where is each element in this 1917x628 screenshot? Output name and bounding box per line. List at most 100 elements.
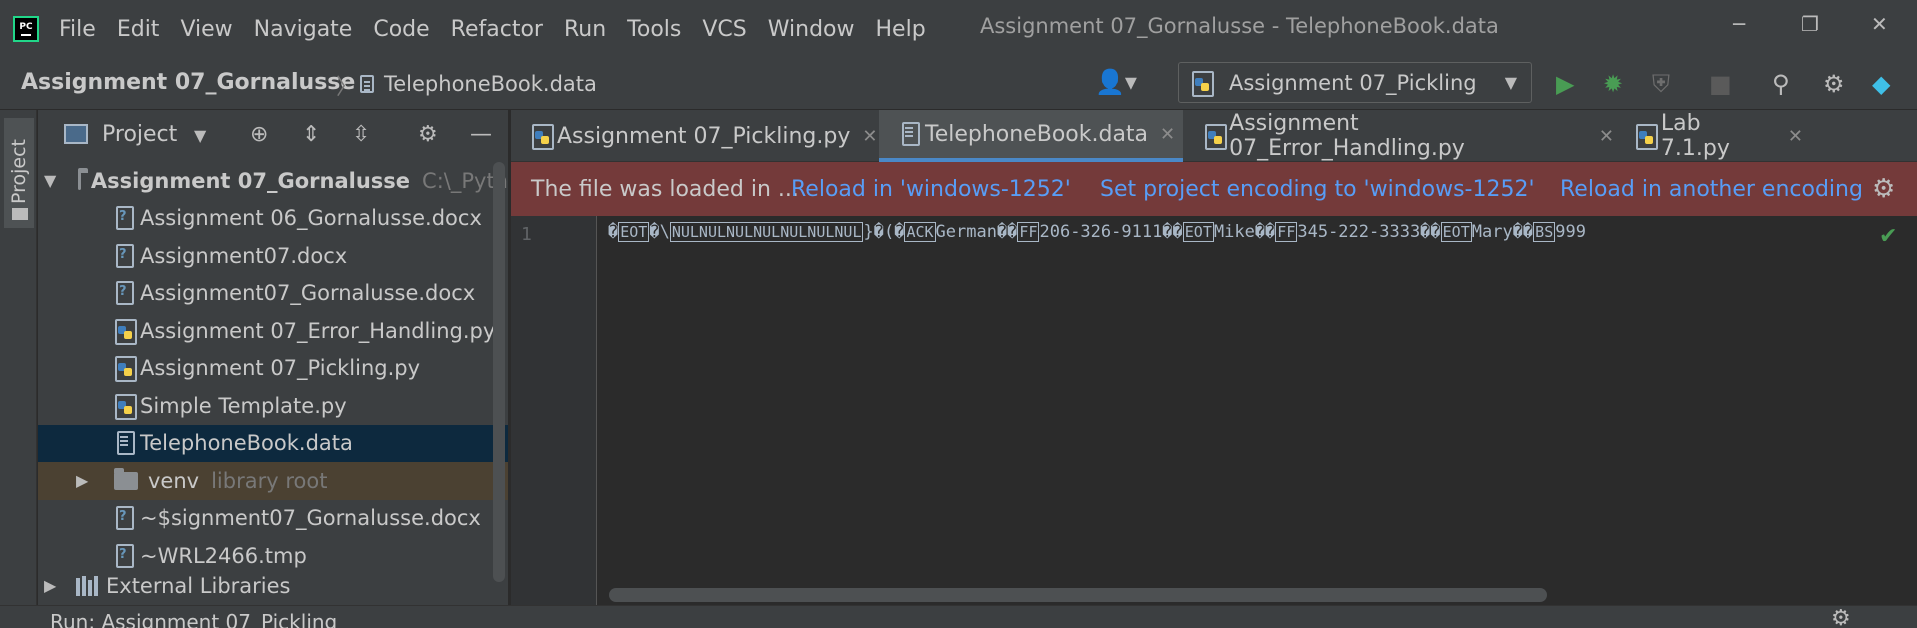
tab-error-handling[interactable]: Assignment 07_Error_Handling.py ✕ — [1184, 110, 1614, 162]
run-configuration-select[interactable]: Assignment 07_Pickling ▼ — [1178, 62, 1532, 103]
menu-view[interactable]: View — [180, 17, 232, 42]
run-icon[interactable]: ▶ — [1556, 70, 1574, 98]
chevron-down-icon[interactable]: ▼ — [194, 126, 206, 145]
horizontal-scrollbar[interactable] — [609, 588, 1547, 602]
settings-icon[interactable]: ⚙ — [1823, 70, 1845, 98]
set-project-encoding-link[interactable]: Set project encoding to 'windows-1252' — [1100, 177, 1535, 202]
project-panel: Project ▼ ⊕ ⇕ ⇳ ⚙ — ▼ Assignment 07_Gorn… — [38, 110, 509, 605]
tree-root[interactable]: ▼ Assignment 07_Gornalusse C:\_Pyth — [38, 162, 508, 200]
python-file-icon — [531, 123, 554, 150]
data-file-icon — [114, 430, 136, 456]
banner-message: The file was loaded in ... — [531, 176, 799, 202]
unknown-file-icon — [114, 280, 136, 306]
tree-item[interactable]: Assignment07_Gornalusse.docx — [38, 275, 508, 313]
tab-label: Assignment 07_Error_Handling.py — [1229, 111, 1465, 161]
chevron-right-icon[interactable]: ▶ — [44, 576, 56, 595]
stop-icon[interactable]: ■ — [1709, 70, 1732, 98]
project-view-icon — [64, 124, 88, 144]
breadcrumb-separator: 〉 — [336, 75, 359, 100]
reload-another-encoding-link[interactable]: Reload in another encoding — [1560, 177, 1863, 202]
gear-icon[interactable]: ⚙ — [1872, 174, 1895, 204]
debug-icon[interactable]: ✹ — [1603, 70, 1623, 98]
restore-button[interactable]: ❐ — [1801, 12, 1819, 36]
tree-item[interactable]: Assignment 07_Error_Handling.py — [38, 312, 508, 350]
menu-file[interactable]: File — [59, 17, 96, 42]
breadcrumb-file-label: TelephoneBook.data — [384, 72, 597, 96]
pycharm-logo-icon: PC — [13, 16, 39, 42]
locate-icon[interactable]: ⊕ — [250, 122, 268, 147]
folder-icon — [12, 208, 28, 220]
project-tab-label: Project — [8, 138, 30, 204]
menu-help[interactable]: Help — [876, 17, 926, 42]
user-icon[interactable]: 👤▾ — [1095, 68, 1137, 96]
tree-item-external-libraries[interactable]: ▶ External Libraries — [38, 575, 508, 597]
title-bar: PC File Edit View Navigate Code Refactor… — [0, 0, 1917, 58]
reload-encoding-link[interactable]: Reload in 'windows-1252' — [791, 177, 1071, 202]
toolbox-icon[interactable]: ◆ — [1872, 70, 1890, 98]
coverage-icon[interactable]: ⛨ — [1652, 70, 1670, 98]
gear-icon[interactable]: ⚙ — [1831, 606, 1851, 628]
expand-all-icon[interactable]: ⇕ — [302, 122, 320, 147]
python-file-icon — [1204, 123, 1228, 150]
folder-icon — [78, 167, 88, 190]
tree-item[interactable]: Simple Template.py — [38, 387, 508, 425]
tree-item[interactable]: ~$signment07_Gornalusse.docx — [38, 500, 508, 538]
unknown-file-icon — [114, 543, 136, 569]
root-name: Assignment 07_Gornalusse — [90, 168, 411, 193]
minimize-button[interactable]: ─ — [1733, 12, 1745, 36]
tree-item-selected[interactable]: TelephoneBook.data — [38, 424, 508, 462]
tab-telephonebook[interactable]: TelephoneBook.data ✕ — [879, 110, 1183, 162]
python-icon — [1191, 70, 1214, 97]
python-file-icon — [114, 393, 137, 420]
tree-item-label: External Libraries — [106, 574, 291, 597]
chevron-down-icon[interactable]: ▼ — [44, 171, 56, 190]
close-tab-icon[interactable]: ✕ — [1160, 124, 1175, 145]
close-tab-icon[interactable]: ✕ — [862, 126, 877, 147]
tree-item-venv[interactable]: ▶ venv library root — [38, 462, 508, 500]
tree-item-label: ~$signment07_Gornalusse.docx — [140, 506, 481, 531]
gear-icon[interactable]: ⚙ — [418, 122, 438, 147]
search-icon[interactable]: ⚲ — [1772, 70, 1790, 98]
tree-item[interactable]: Assignment 06_Gornalusse.docx — [38, 200, 508, 238]
menu-run[interactable]: Run — [564, 17, 606, 42]
line-gutter: 1 — [511, 216, 597, 605]
close-window-button[interactable]: ✕ — [1871, 12, 1888, 36]
menu-vcs[interactable]: VCS — [702, 17, 746, 42]
run-label[interactable]: Run: Assignment 07_Pickling — [50, 610, 337, 628]
hide-panel-icon[interactable]: — — [470, 122, 492, 147]
menu-tools[interactable]: Tools — [627, 17, 681, 42]
data-file-icon — [899, 121, 921, 147]
inspection-ok-icon[interactable]: ✔ — [1879, 224, 1897, 249]
folder-icon — [114, 467, 138, 490]
project-tool-window-tab[interactable]: Project — [4, 118, 34, 228]
run-tool-window-header: Run: Assignment 07_Pickling ⚙ — [0, 605, 1917, 628]
tree-item[interactable]: Assignment07.docx — [38, 237, 508, 275]
menu-navigate[interactable]: Navigate — [254, 17, 353, 42]
menu-code[interactable]: Code — [373, 17, 429, 42]
project-panel-title[interactable]: Project — [102, 122, 177, 147]
line-number: 1 — [521, 224, 532, 245]
tree-item-label: TelephoneBook.data — [140, 431, 353, 456]
collapse-all-icon[interactable]: ⇳ — [352, 122, 370, 147]
unknown-file-icon — [114, 205, 136, 231]
breadcrumb-file[interactable]: TelephoneBook.data — [360, 72, 597, 96]
menu-bar: File Edit View Navigate Code Refactor Ru… — [59, 17, 947, 42]
menu-window[interactable]: Window — [768, 17, 855, 42]
project-panel-header: Project ▼ ⊕ ⇕ ⇳ ⚙ — — [38, 110, 508, 162]
breadcrumb-project[interactable]: Assignment 07_Gornalusse — [21, 70, 355, 95]
python-file-icon — [114, 318, 137, 345]
tab-lab[interactable]: Lab 7.1.py ✕ — [1615, 110, 1803, 162]
project-panel-scrollbar[interactable] — [493, 162, 505, 582]
tree-item[interactable]: ~WRL2466.tmp — [38, 537, 508, 575]
close-tab-icon[interactable]: ✕ — [1788, 126, 1803, 147]
tab-pickling[interactable]: Assignment 07_Pickling.py ✕ — [511, 110, 878, 162]
code-editor[interactable]: � EOT �\ NULNULNULNULNULNULNUL}�(� ACK German… — [598, 216, 1917, 605]
unknown-file-icon — [114, 243, 136, 269]
close-tab-icon[interactable]: ✕ — [1599, 126, 1614, 147]
tree-item-label: Assignment 07_Pickling.py — [140, 356, 421, 381]
library-root-note: library root — [211, 468, 328, 493]
menu-edit[interactable]: Edit — [117, 17, 160, 42]
chevron-right-icon[interactable]: ▶ — [76, 471, 88, 490]
tree-item[interactable]: Assignment 07_Pickling.py — [38, 350, 508, 388]
menu-refactor[interactable]: Refactor — [451, 17, 543, 42]
